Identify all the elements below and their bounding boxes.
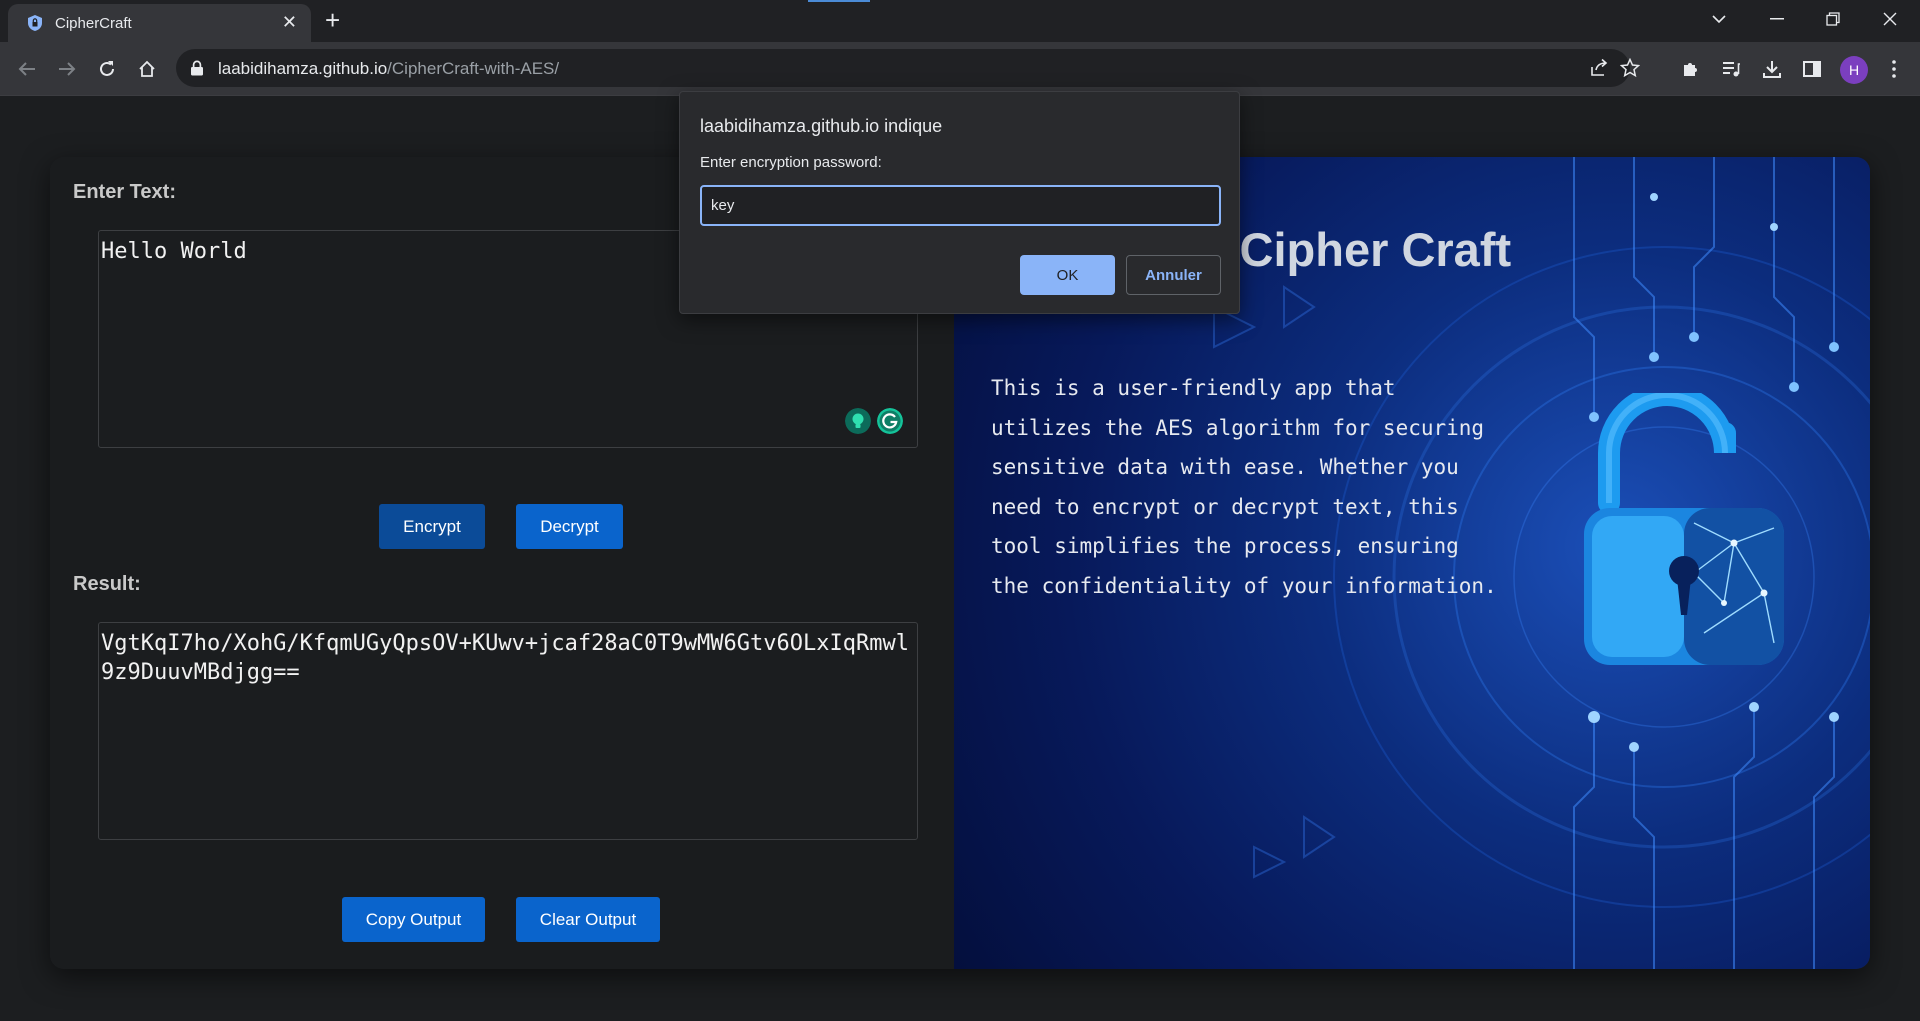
forward-icon[interactable]	[53, 55, 81, 83]
extensions-puzzle-icon[interactable]	[1679, 57, 1703, 81]
password-prompt-dialog: laabidihamza.github.io indique Enter enc…	[679, 91, 1240, 314]
new-tab-icon[interactable]: +	[325, 7, 340, 33]
download-icon[interactable]	[1760, 57, 1784, 81]
tab-strip: CipherCraft ✕ +	[0, 0, 1920, 42]
clear-output-button[interactable]: Clear Output	[516, 897, 660, 942]
tab-search-icon[interactable]	[1696, 0, 1742, 38]
url-path: /CipherCraft-with-AES/	[387, 59, 560, 78]
copy-output-button[interactable]: Copy Output	[342, 897, 485, 942]
close-window-icon[interactable]	[1867, 0, 1913, 38]
reload-icon[interactable]	[93, 55, 121, 83]
padlock-icon	[1584, 393, 1784, 665]
dialog-message: Enter encryption password:	[700, 154, 882, 171]
restore-icon[interactable]	[1810, 0, 1856, 38]
result-label: Result:	[73, 573, 141, 595]
grammarly-icon[interactable]	[877, 408, 903, 434]
tab-title: CipherCraft	[55, 15, 132, 32]
decrypt-button[interactable]: Decrypt	[516, 504, 623, 549]
url-text[interactable]: laabidihamza.github.io/CipherCraft-with-…	[218, 59, 559, 79]
url-host: laabidihamza.github.io	[218, 59, 388, 78]
result-text: VgtKqI7ho/XohG/KfqmUGyQpsOV+KUwv+jcaf28a…	[101, 631, 909, 685]
side-panel-icon[interactable]	[1800, 57, 1824, 81]
shield-icon	[28, 15, 42, 31]
profile-avatar[interactable]: H	[1840, 56, 1868, 84]
ok-button[interactable]: OK	[1020, 255, 1115, 295]
hero-description: This is a user-friendly app that utilize…	[991, 376, 1497, 598]
share-icon[interactable]	[1589, 58, 1609, 78]
address-bar[interactable]: laabidihamza.github.io/CipherCraft-with-…	[176, 49, 1640, 87]
browser-tab[interactable]: CipherCraft ✕	[8, 4, 311, 42]
encrypt-button[interactable]: Encrypt	[379, 504, 485, 549]
bookmark-star-icon[interactable]	[1620, 58, 1640, 78]
lock-icon[interactable]	[190, 60, 204, 76]
home-icon[interactable]	[133, 55, 161, 83]
lightbulb-icon[interactable]	[845, 408, 871, 434]
input-label: Enter Text:	[73, 181, 176, 203]
password-input[interactable]: key	[700, 185, 1221, 226]
input-text: Hello World	[101, 239, 247, 264]
cancel-button[interactable]: Annuler	[1126, 255, 1221, 295]
back-icon[interactable]	[13, 55, 41, 83]
menu-dots-icon[interactable]	[1882, 57, 1906, 81]
minimize-icon[interactable]	[1754, 0, 1800, 38]
browser-toolbar: laabidihamza.github.io/CipherCraft-with-…	[0, 42, 1920, 96]
close-tab-icon[interactable]: ✕	[282, 13, 297, 31]
dialog-title: laabidihamza.github.io indique	[700, 116, 943, 136]
media-queue-icon[interactable]	[1719, 57, 1743, 81]
result-textarea[interactable]: VgtKqI7ho/XohG/KfqmUGyQpsOV+KUwv+jcaf28a…	[98, 622, 918, 840]
tab-indicator	[808, 0, 870, 2]
